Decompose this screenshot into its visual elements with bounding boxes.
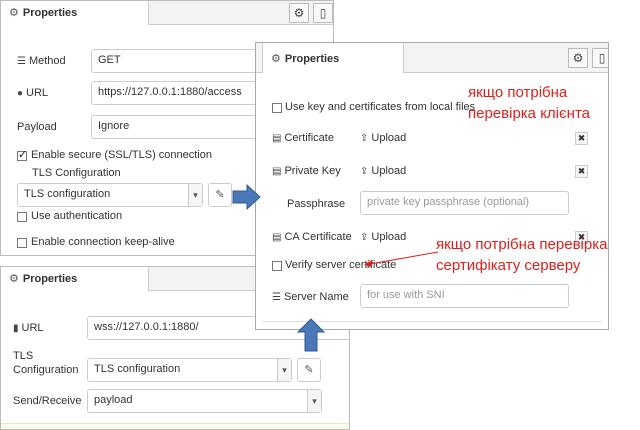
server-verification-note: якщо потрібна перевірка сертифікату серв… — [436, 236, 608, 274]
chevron-down-icon: ▾ — [188, 184, 202, 206]
arrow-right-icon — [232, 184, 261, 210]
pencil-icon: ✎ — [215, 189, 225, 201]
tab-bar: ⚙ Properties ⚙ ▯ — [256, 43, 608, 73]
settings-button[interactable]: ⚙ — [568, 48, 588, 68]
private-key-upload-button[interactable]: ⇪ Upload — [360, 165, 406, 177]
certificate-clear-button[interactable]: ✖ — [575, 132, 588, 145]
url-label: ● URL — [17, 87, 49, 99]
use-authentication-checkbox[interactable] — [17, 212, 27, 222]
upload-icon: ⇪ — [360, 232, 369, 243]
tab-properties[interactable]: ⚙ Properties — [1, 1, 149, 25]
gear-icon: ⚙ — [572, 51, 584, 65]
gear-icon: ⚙ — [271, 53, 281, 65]
send-receive-label: Send/Receive — [13, 395, 82, 407]
certificate-icon: ▤ — [272, 166, 282, 177]
info-icon: ▯ — [598, 51, 606, 65]
ws-tls-label: TLS Configuration — [13, 350, 79, 376]
globe-icon: ● — [17, 88, 24, 99]
passphrase-label: Passphrase — [287, 198, 346, 210]
enable-tls-label: Enable secure (SSL/TLS) connection — [31, 149, 212, 161]
info-icon: ▯ — [319, 6, 327, 20]
ca-certificate-label: ▤ CA Certificate — [272, 231, 352, 243]
ca-certificate-upload-button[interactable]: ⇪ Upload — [360, 231, 406, 243]
private-key-clear-button[interactable]: ✖ — [575, 165, 588, 178]
upload-icon: ⇪ — [360, 166, 369, 177]
list-icon: ☰ — [17, 56, 26, 67]
gear-icon: ⚙ — [9, 273, 19, 285]
keepalive-label: Enable connection keep-alive — [31, 236, 175, 248]
edit-tls-config-button[interactable]: ✎ — [208, 183, 232, 207]
ws-url-label: ▮ URL — [13, 322, 44, 334]
passphrase-input[interactable]: private key passphrase (optional) — [360, 191, 569, 215]
bookmark-icon: ▮ — [13, 323, 19, 334]
certificate-label: ▤ Certificate — [272, 132, 334, 144]
info-button[interactable]: ▯ — [313, 3, 333, 23]
edit-tls-config-button[interactable]: ✎ — [297, 358, 321, 382]
close-icon: ✖ — [577, 166, 586, 176]
payload-label: Payload — [17, 121, 57, 133]
send-receive-select[interactable]: payload ▾ — [87, 389, 322, 413]
tab-properties[interactable]: ⚙ Properties — [1, 267, 149, 291]
chevron-down-icon: ▾ — [277, 359, 291, 381]
use-authentication-label: Use authentication — [31, 210, 123, 222]
verify-server-cert-checkbox[interactable] — [272, 261, 282, 271]
certificate-icon: ▤ — [272, 232, 282, 243]
tab-bar: ⚙ Properties ⚙ ▯ — [1, 1, 333, 25]
settings-button[interactable]: ⚙ — [289, 3, 309, 23]
use-key-files-checkbox[interactable] — [272, 103, 282, 113]
info-button[interactable]: ▯ — [592, 48, 608, 68]
upload-icon: ⇪ — [360, 133, 369, 144]
arrow-up-icon — [296, 318, 326, 352]
gear-icon: ⚙ — [9, 7, 19, 19]
close-icon: ✖ — [577, 133, 586, 143]
list-icon: ☰ — [272, 292, 281, 303]
annotation-pointer — [364, 251, 439, 267]
form-divider — [1, 423, 349, 429]
use-key-files-label: Use key and certificates from local file… — [285, 101, 476, 113]
server-name-input[interactable]: for use with SNI — [360, 284, 569, 308]
keepalive-checkbox[interactable] — [17, 238, 27, 248]
client-verification-note: якщо потрібна перевірка клієнта — [468, 84, 590, 122]
chevron-down-icon: ▾ — [307, 390, 321, 412]
tls-config-label: TLS Configuration — [32, 167, 121, 179]
gear-icon: ⚙ — [293, 6, 305, 20]
pencil-icon: ✎ — [304, 364, 314, 376]
server-name-label: ☰ Server Name — [272, 291, 349, 303]
tls-config-select[interactable]: TLS configuration ▾ — [17, 183, 203, 207]
private-key-label: ▤ Private Key — [272, 165, 341, 177]
enable-tls-checkbox[interactable] — [17, 148, 27, 161]
tab-properties[interactable]: ⚙ Properties — [262, 43, 404, 73]
certificate-upload-button[interactable]: ⇪ Upload — [360, 132, 406, 144]
ws-tls-select[interactable]: TLS configuration ▾ — [87, 358, 292, 382]
certificate-icon: ▤ — [272, 133, 282, 144]
method-label: ☰ Method — [17, 55, 66, 67]
